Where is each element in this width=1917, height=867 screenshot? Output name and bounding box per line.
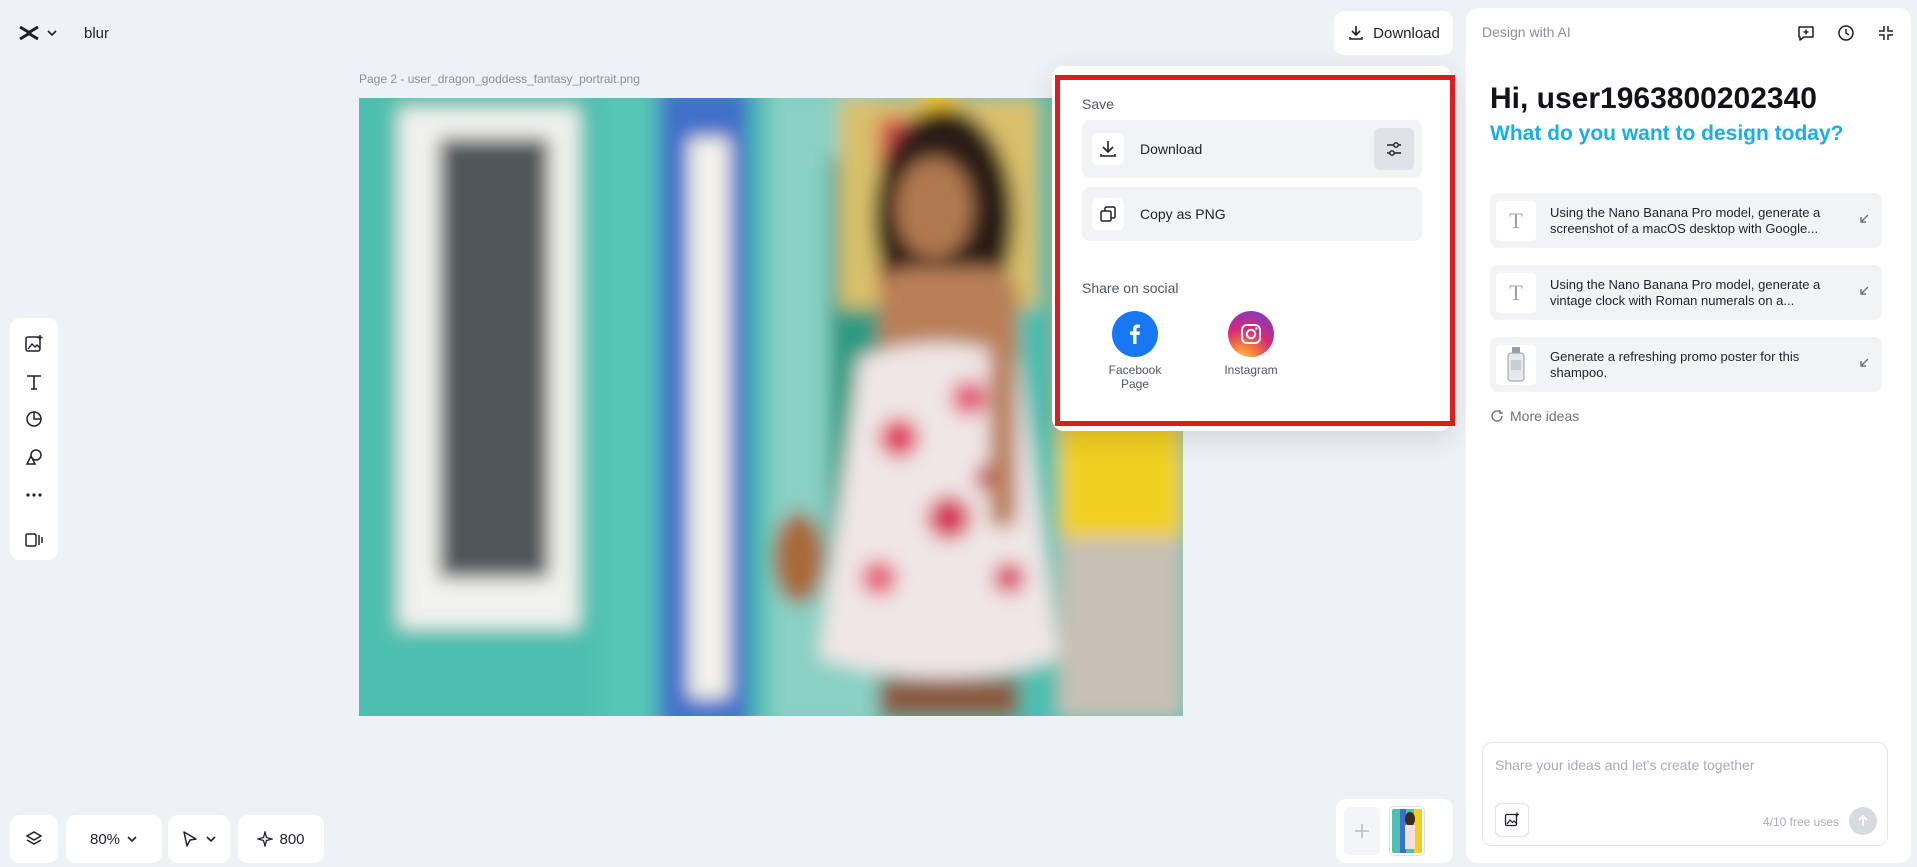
- download-option[interactable]: Download: [1082, 120, 1422, 178]
- facebook-icon: [1112, 311, 1158, 357]
- add-image-tool[interactable]: [16, 326, 52, 362]
- facebook-label: Facebook Page: [1108, 363, 1162, 391]
- copy-png-option[interactable]: Copy as PNG: [1082, 187, 1422, 241]
- shapes-icon: [26, 411, 42, 427]
- new-chat-button[interactable]: [1795, 22, 1817, 44]
- more-tools[interactable]: [16, 477, 52, 513]
- chat-input-box[interactable]: Share your ideas and let's create togeth…: [1482, 742, 1888, 846]
- collapse-icon: [1879, 26, 1893, 40]
- download-icon: [1349, 26, 1363, 40]
- more-ideas-label: More ideas: [1510, 408, 1580, 424]
- panel-title: Design with AI: [1482, 24, 1571, 40]
- device-icon: [25, 533, 43, 547]
- download-settings-button[interactable]: [1374, 128, 1414, 170]
- upload-image-button[interactable]: [1495, 803, 1529, 837]
- free-uses-counter: 4/10 free uses: [1762, 815, 1839, 829]
- history-icon: [1838, 25, 1854, 41]
- text-tool[interactable]: [16, 364, 52, 400]
- text-icon: T: [1496, 200, 1536, 241]
- share-facebook[interactable]: Facebook Page: [1100, 311, 1170, 391]
- copy-option-icon-box: [1092, 198, 1124, 230]
- download-icon: [1100, 141, 1116, 157]
- share-section-title: Share on social: [1082, 280, 1179, 296]
- shampoo-thumb: [1496, 344, 1536, 385]
- page-thumbnails: [1336, 799, 1453, 863]
- zoom-control[interactable]: 80%: [66, 815, 162, 863]
- download-button[interactable]: Download: [1334, 11, 1453, 55]
- zoom-value: 80%: [89, 830, 121, 848]
- save-section-title: Save: [1082, 96, 1114, 112]
- elements-icon: [25, 449, 42, 465]
- idea-card[interactable]: T Using the Nano Banana Pro model, gener…: [1490, 193, 1882, 248]
- device-tool[interactable]: [16, 522, 52, 558]
- chevron-down-icon: [206, 836, 216, 843]
- instagram-label: Instagram: [1224, 363, 1278, 377]
- layers-icon: [25, 831, 43, 845]
- chevron-down-icon: [127, 836, 137, 843]
- download-button-label: Download: [1373, 24, 1440, 42]
- download-option-icon-box: [1092, 133, 1124, 165]
- download-option-label: Download: [1140, 141, 1203, 157]
- left-toolbar: [10, 318, 58, 560]
- new-chat-icon: [1798, 26, 1814, 41]
- idea-card[interactable]: Generate a refreshing promo poster for t…: [1490, 337, 1882, 392]
- chevron-down-icon: [47, 30, 57, 37]
- share-instagram[interactable]: Instagram: [1216, 311, 1286, 377]
- credits-button[interactable]: 800: [238, 815, 324, 863]
- shapes-tool[interactable]: [16, 401, 52, 437]
- panel-header-actions: [1795, 22, 1897, 44]
- arrow-down-left-icon: [1860, 214, 1869, 223]
- elements-tool[interactable]: [16, 439, 52, 475]
- idea-card[interactable]: T Using the Nano Banana Pro model, gener…: [1490, 265, 1882, 320]
- greeting-subtitle: What do you want to design today?: [1490, 122, 1844, 145]
- pointer-icon: [183, 831, 197, 847]
- arrow-down-left-icon: [1860, 286, 1869, 295]
- pointer-tool[interactable]: [168, 815, 230, 863]
- greeting-heading: Hi, user1963800202340: [1490, 82, 1817, 115]
- collapse-panel-button[interactable]: [1875, 22, 1897, 44]
- add-image-icon: [1504, 812, 1519, 827]
- refresh-icon: [1491, 410, 1503, 422]
- copy-icon: [1100, 206, 1116, 222]
- copy-png-label: Copy as PNG: [1140, 206, 1226, 222]
- page-thumbnail[interactable]: [1390, 807, 1424, 855]
- credits-value: 800: [279, 830, 305, 848]
- ai-design-panel: Design with AI Hi, user1963800202340 Wha…: [1466, 8, 1911, 863]
- idea-text: Using the Nano Banana Pro model, generat…: [1550, 276, 1821, 308]
- idea-text: Generate a refreshing promo poster for t…: [1550, 348, 1800, 380]
- project-name[interactable]: blur: [76, 19, 117, 48]
- instagram-icon: [1228, 311, 1274, 357]
- add-image-icon: [25, 334, 43, 352]
- plus-icon: [1355, 824, 1369, 838]
- more-icon: [26, 492, 42, 497]
- page-label: Page 2 - user_dragon_goddess_fantasy_por…: [359, 72, 640, 86]
- arrow-down-left-icon: [1860, 358, 1869, 367]
- layers-button[interactable]: [10, 815, 58, 863]
- arrow-up-icon: [1858, 814, 1868, 826]
- more-ideas-button[interactable]: More ideas: [1490, 408, 1579, 424]
- idea-text: Using the Nano Banana Pro model, generat…: [1550, 204, 1821, 236]
- capcut-logo-icon: [19, 25, 39, 41]
- chat-input[interactable]: Share your ideas and let's create togeth…: [1495, 757, 1755, 773]
- add-page-button[interactable]: [1344, 807, 1380, 855]
- sparkle-icon: [257, 831, 274, 847]
- settings-sliders-icon: [1387, 142, 1401, 156]
- send-button[interactable]: [1849, 807, 1877, 835]
- app-menu-button[interactable]: [10, 14, 66, 52]
- text-icon: [27, 374, 41, 390]
- history-button[interactable]: [1835, 22, 1857, 44]
- top-left-bar: blur: [10, 14, 117, 52]
- text-icon: T: [1496, 272, 1536, 313]
